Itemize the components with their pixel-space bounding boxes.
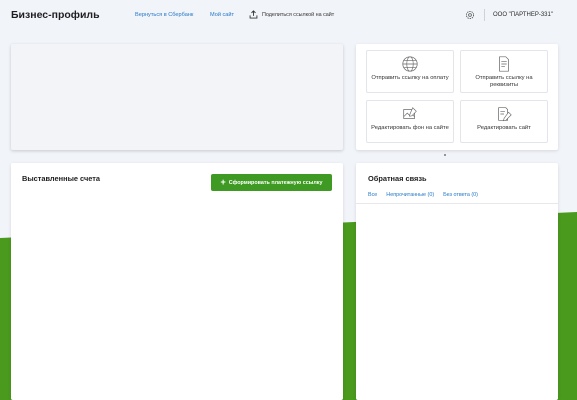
action-label: Редактировать фон на сайте	[371, 125, 449, 131]
invoices-panel: Выставленные счета + Сформировать платеж…	[11, 163, 343, 400]
company-name[interactable]: ООО "ПАРТНЕР-331"	[493, 12, 553, 18]
tab-unanswered[interactable]: Без ответа (0)	[443, 192, 478, 198]
action-label: Редактировать сайт	[477, 125, 531, 131]
feedback-panel: Обратная связь Все Непрочитанные (0) Без…	[356, 163, 558, 400]
action-send-requisites-link[interactable]: Отправить ссылку на реквизиты	[460, 50, 548, 93]
share-label: Поделиться ссылкой на сайт	[262, 11, 335, 18]
create-button-label: Сформировать платежную ссылку	[228, 179, 323, 186]
action-edit-site[interactable]: Редактировать сайт	[460, 100, 548, 143]
settings-gear-icon[interactable]	[465, 10, 475, 20]
image-edit-icon	[403, 107, 417, 119]
create-payment-link-button[interactable]: + Сформировать платежную ссылку	[211, 174, 332, 191]
tab-all[interactable]: Все	[368, 192, 377, 198]
site-banner-preview	[11, 44, 343, 150]
feedback-tabs: Все Непрочитанные (0) Без ответа (0)	[368, 192, 478, 198]
globe-icon	[402, 56, 418, 72]
plus-icon: +	[220, 177, 226, 187]
quick-actions-panel: Отправить ссылку на оплату Отправить ссы…	[356, 44, 558, 150]
action-send-payment-link[interactable]: Отправить ссылку на оплату	[366, 50, 454, 93]
share-link-button[interactable]: Поделиться ссылкой на сайт	[249, 10, 334, 19]
action-label: Отправить ссылку на оплату	[371, 75, 449, 81]
tab-unread[interactable]: Непрочитанные (0)	[386, 192, 434, 198]
app-logo[interactable]: Бизнес-профиль	[11, 9, 100, 21]
action-label: Отправить ссылку на реквизиты	[475, 75, 533, 88]
back-to-sberbank-link[interactable]: Вернуться в Сбербанк	[135, 12, 193, 18]
feedback-title: Обратная связь	[368, 174, 427, 183]
my-site-link[interactable]: Мой сайт	[210, 12, 234, 18]
header-divider	[484, 9, 485, 21]
action-edit-site-background[interactable]: Редактировать фон на сайте	[366, 100, 454, 143]
top-header: Бизнес-профиль Вернуться в Сбербанк Мой …	[0, 0, 577, 30]
page-edit-icon	[498, 107, 512, 122]
share-icon	[249, 10, 258, 19]
invoices-title: Выставленные счета	[22, 174, 100, 183]
tabs-divider	[356, 203, 558, 204]
carousel-dot[interactable]	[444, 154, 446, 156]
document-icon	[499, 56, 509, 72]
